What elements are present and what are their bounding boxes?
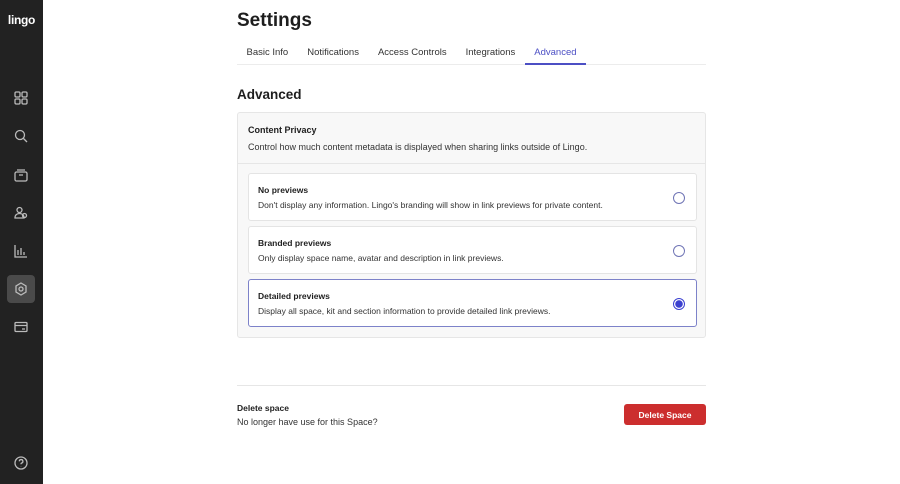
- section-title: Advanced: [237, 87, 302, 102]
- delete-space-title: Delete space: [237, 403, 289, 413]
- option-branded-previews[interactable]: Branded previews Only display space name…: [248, 226, 697, 274]
- help-icon: [14, 456, 28, 470]
- page-title: Settings: [237, 10, 312, 31]
- gear-icon: [15, 282, 27, 296]
- delete-space-button[interactable]: Delete Space: [624, 404, 706, 425]
- nav-help[interactable]: [7, 449, 35, 477]
- option-description: Don't display any information. Lingo's b…: [258, 200, 603, 210]
- nav-billing[interactable]: [7, 313, 35, 341]
- search-icon: [14, 129, 28, 143]
- option-title: Detailed previews: [258, 291, 330, 301]
- lingo-logo[interactable]: lingo: [0, 13, 43, 27]
- tab-advanced[interactable]: Advanced: [524, 42, 587, 65]
- divider: [238, 163, 705, 164]
- chart-icon: [14, 245, 27, 258]
- nav-analytics[interactable]: [7, 237, 35, 265]
- sidebar: lingo: [0, 0, 43, 484]
- option-title: No previews: [258, 185, 309, 195]
- option-description: Display all space, kit and section infor…: [258, 306, 551, 316]
- grid-icon: [14, 91, 28, 105]
- credit-card-icon: [14, 321, 28, 333]
- nav-archive[interactable]: [7, 161, 35, 189]
- option-title: Branded previews: [258, 238, 332, 248]
- settings-tabs: Basic Info Notifications Access Controls…: [237, 42, 706, 65]
- nav-settings[interactable]: [7, 275, 35, 303]
- nav-dashboard[interactable]: [7, 84, 35, 112]
- option-detailed-previews[interactable]: Detailed previews Display all space, kit…: [248, 279, 697, 327]
- option-description: Only display space name, avatar and desc…: [258, 253, 504, 263]
- card-title: Content Privacy: [248, 125, 317, 135]
- archive-icon: [14, 169, 28, 182]
- users-icon: [14, 206, 28, 219]
- content-privacy-card: Content Privacy Control how much content…: [237, 112, 706, 338]
- radio-branded-previews[interactable]: [673, 245, 685, 257]
- delete-space-description: No longer have use for this Space?: [237, 417, 378, 427]
- card-description: Control how much content metadata is dis…: [248, 142, 588, 152]
- tab-notifications[interactable]: Notifications: [298, 42, 369, 65]
- divider: [237, 385, 706, 386]
- tab-basic-info[interactable]: Basic Info: [237, 42, 298, 65]
- radio-no-previews[interactable]: [673, 192, 685, 204]
- nav-users[interactable]: [7, 199, 35, 227]
- tab-access-controls[interactable]: Access Controls: [368, 42, 456, 65]
- radio-detailed-previews[interactable]: [673, 298, 685, 310]
- option-no-previews[interactable]: No previews Don't display any informatio…: [248, 173, 697, 221]
- nav-search[interactable]: [7, 122, 35, 150]
- tab-integrations[interactable]: Integrations: [456, 42, 525, 65]
